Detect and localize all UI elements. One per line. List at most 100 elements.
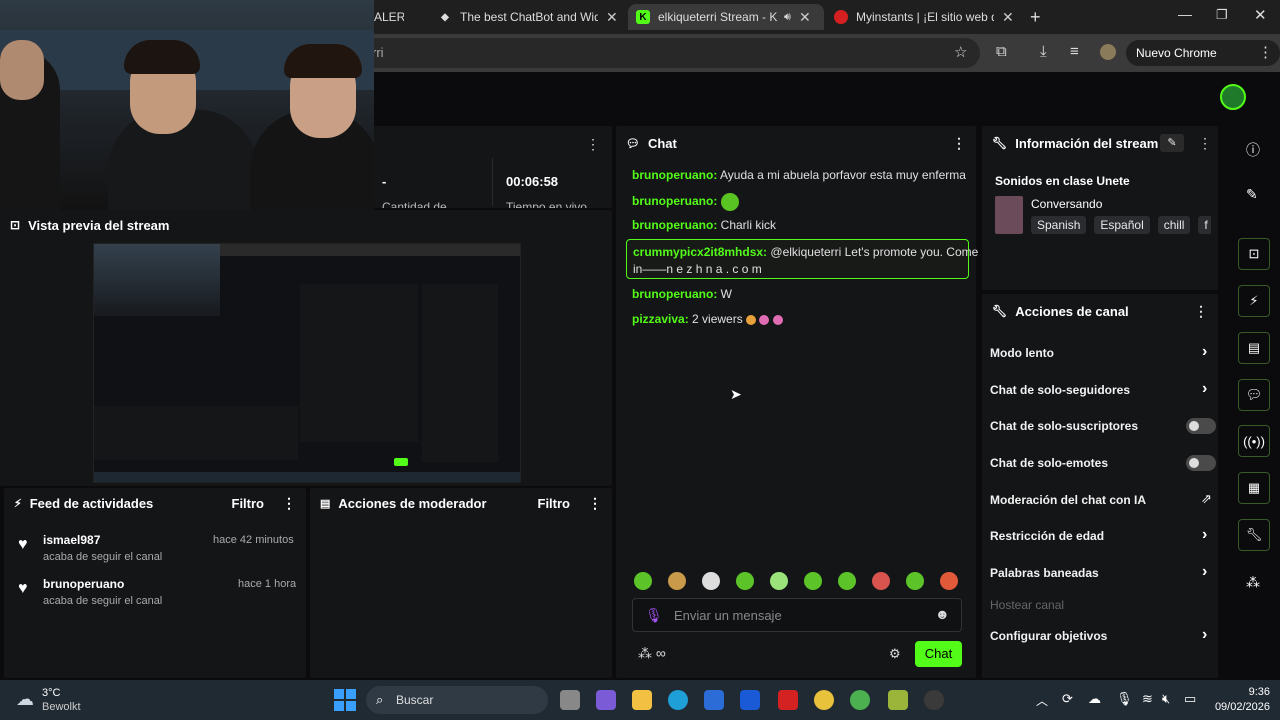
cloud-tray-icon[interactable]: ☁	[1088, 691, 1101, 707]
chat-username[interactable]: brunoperuano:	[632, 168, 717, 182]
windows-start-icon[interactable]	[334, 689, 356, 711]
emote-icon[interactable]	[736, 572, 754, 590]
kebab-menu-icon[interactable]: ⋮	[588, 495, 602, 512]
sync-icon[interactable]: ⟳	[1062, 691, 1073, 707]
activity-user[interactable]: ismael987	[43, 533, 100, 547]
kebab-menu-icon[interactable]: ⋮	[1194, 303, 1208, 320]
emote-icon[interactable]	[770, 572, 788, 590]
action-subscribers-only[interactable]: Chat de solo-suscriptores	[990, 419, 1138, 433]
profile-avatar[interactable]	[1100, 44, 1116, 60]
kebab-menu-icon[interactable]: ⋮	[952, 135, 966, 152]
chat-username[interactable]: brunoperuano:	[632, 218, 717, 232]
pencil-icon[interactable]: ✎	[1246, 186, 1258, 203]
kebab-menu-icon[interactable]: ⋮	[1198, 135, 1212, 152]
kick-points-icon[interactable]: ⁂	[1246, 574, 1260, 591]
taskbar-search[interactable]: ⌕ Buscar	[366, 686, 548, 714]
document-icon[interactable]: ▤	[1238, 332, 1270, 364]
chrome-update-button[interactable]: Nuevo Chrome disponible	[1126, 40, 1280, 86]
edit-pencil-icon[interactable]: ✎	[1160, 134, 1184, 152]
action-banned-words[interactable]: Palabras baneadas	[990, 566, 1099, 580]
action-configure-goals[interactable]: Configurar objetivos	[990, 629, 1107, 643]
emote-icon[interactable]	[940, 572, 958, 590]
close-icon[interactable]: ✕	[1002, 9, 1014, 26]
extensions-icon[interactable]: ⧉	[996, 43, 1007, 60]
chrome-profile-icon[interactable]	[850, 690, 870, 710]
tag[interactable]: Spanish	[1031, 216, 1087, 234]
obs-icon[interactable]	[924, 690, 944, 710]
emote-icon[interactable]	[872, 572, 890, 590]
close-icon[interactable]: ✕	[606, 9, 618, 26]
battery-icon[interactable]: ▭	[1184, 691, 1196, 707]
chevron-right-icon[interactable]: ›	[1202, 343, 1207, 361]
chat-bubble-icon[interactable]: 💬︎	[1238, 379, 1270, 411]
external-link-icon[interactable]: ⇗	[1201, 491, 1212, 507]
volume-muted-icon[interactable]: 🔇︎	[1162, 691, 1170, 707]
chevron-right-icon[interactable]: ›	[1202, 626, 1207, 644]
app-icon[interactable]	[740, 690, 760, 710]
chat-username[interactable]: brunoperuano:	[632, 194, 717, 208]
weather-temp[interactable]: 3°C	[42, 687, 60, 699]
chat-username[interactable]: pizzaviva:	[632, 312, 689, 326]
chat-input-box[interactable]: 🎙︎ Enviar un mensaje ☻	[632, 598, 962, 632]
category-name[interactable]: Conversando	[1031, 197, 1102, 211]
emote-icon[interactable]	[668, 572, 686, 590]
action-followers-only[interactable]: Chat de solo-seguidores	[990, 383, 1130, 397]
speaker-icon[interactable]: 🔊︎	[784, 11, 791, 24]
layout-icon[interactable]: ▦	[1238, 472, 1270, 504]
filter-button[interactable]: Filtro	[232, 496, 265, 511]
tag[interactable]: chill	[1157, 216, 1191, 234]
chrome-menu-icon[interactable]: ⋮	[1258, 43, 1273, 61]
tray-chevron-icon[interactable]: ︿	[1036, 692, 1048, 709]
action-ai-moderation[interactable]: Moderación del chat con IA	[990, 493, 1146, 507]
copilot-icon[interactable]	[596, 690, 616, 710]
clock-date[interactable]: 09/02/2026	[1202, 701, 1270, 713]
tag[interactable]: f	[1198, 216, 1211, 234]
user-avatar[interactable]	[1220, 84, 1246, 110]
kebab-menu-icon[interactable]: ⋮	[282, 495, 296, 512]
subscribers-only-toggle[interactable]	[1186, 418, 1216, 434]
chat-username[interactable]: brunoperuano:	[632, 287, 717, 301]
media-control-icon[interactable]: ≡	[1070, 43, 1079, 60]
action-age-restriction[interactable]: Restricción de edad	[990, 529, 1104, 543]
store-icon[interactable]	[704, 690, 724, 710]
broadcast-icon[interactable]: ((•))	[1238, 425, 1270, 457]
tag[interactable]: Español	[1094, 216, 1150, 234]
minimize-icon[interactable]: —	[1178, 6, 1192, 22]
emoji-picker-icon[interactable]: ☻	[935, 606, 950, 622]
chat-input-placeholder[interactable]: Enviar un mensaje	[674, 608, 782, 623]
microphone-icon[interactable]: 🎙︎	[645, 607, 663, 624]
clock-time[interactable]: 9:36	[1222, 686, 1270, 698]
browser-tab[interactable]: Myinstants | ¡El sitio web de bo ✕	[826, 4, 1022, 30]
emote-icon[interactable]	[634, 572, 652, 590]
wrench-icon[interactable]: 🔧︎	[1238, 519, 1270, 551]
emote-icon[interactable]	[838, 572, 856, 590]
chevron-right-icon[interactable]: ›	[1202, 380, 1207, 398]
chevron-right-icon[interactable]: ›	[1202, 526, 1207, 544]
security-app-icon[interactable]	[778, 690, 798, 710]
kebab-menu-icon[interactable]: ⋮	[586, 136, 600, 153]
maximize-icon[interactable]: ❐	[1216, 7, 1228, 23]
wifi-icon[interactable]: ≋	[1142, 691, 1153, 707]
action-emotes-only[interactable]: Chat de solo-emotes	[990, 456, 1108, 470]
app-icon[interactable]	[888, 690, 908, 710]
browser-tab-active[interactable]: K elkiqueterri Stream - Kick D 🔊︎ ✕	[628, 4, 824, 30]
emote-icon[interactable]	[906, 572, 924, 590]
activity-bolt-icon[interactable]: ⚡︎	[1238, 285, 1270, 317]
action-slow-mode[interactable]: Modo lento	[990, 346, 1054, 360]
emote-icon[interactable]	[804, 572, 822, 590]
kick-points-icon[interactable]: ⁂ ∞	[638, 645, 666, 662]
taskview-icon[interactable]	[560, 690, 580, 710]
microphone-tray-icon[interactable]: 🎙︎	[1116, 691, 1133, 707]
chevron-right-icon[interactable]: ›	[1202, 563, 1207, 581]
chat-username[interactable]: crummypicx2it8mhdsx:	[633, 245, 767, 259]
activity-user[interactable]: brunoperuano	[43, 577, 124, 591]
chrome-icon[interactable]	[814, 690, 834, 710]
chat-send-button[interactable]: Chat	[915, 641, 962, 667]
window-close-icon[interactable]: ✕	[1254, 6, 1267, 24]
filter-button[interactable]: Filtro	[538, 496, 571, 511]
search-placeholder[interactable]: Buscar	[396, 693, 433, 707]
settings-gear-icon[interactable]: ⚙	[889, 646, 901, 662]
info-icon[interactable]: ⓘ	[1246, 140, 1260, 160]
browser-tab[interactable]: ALER	[366, 4, 426, 30]
stream-preview-toggle-icon[interactable]: ⊡	[1238, 238, 1270, 270]
